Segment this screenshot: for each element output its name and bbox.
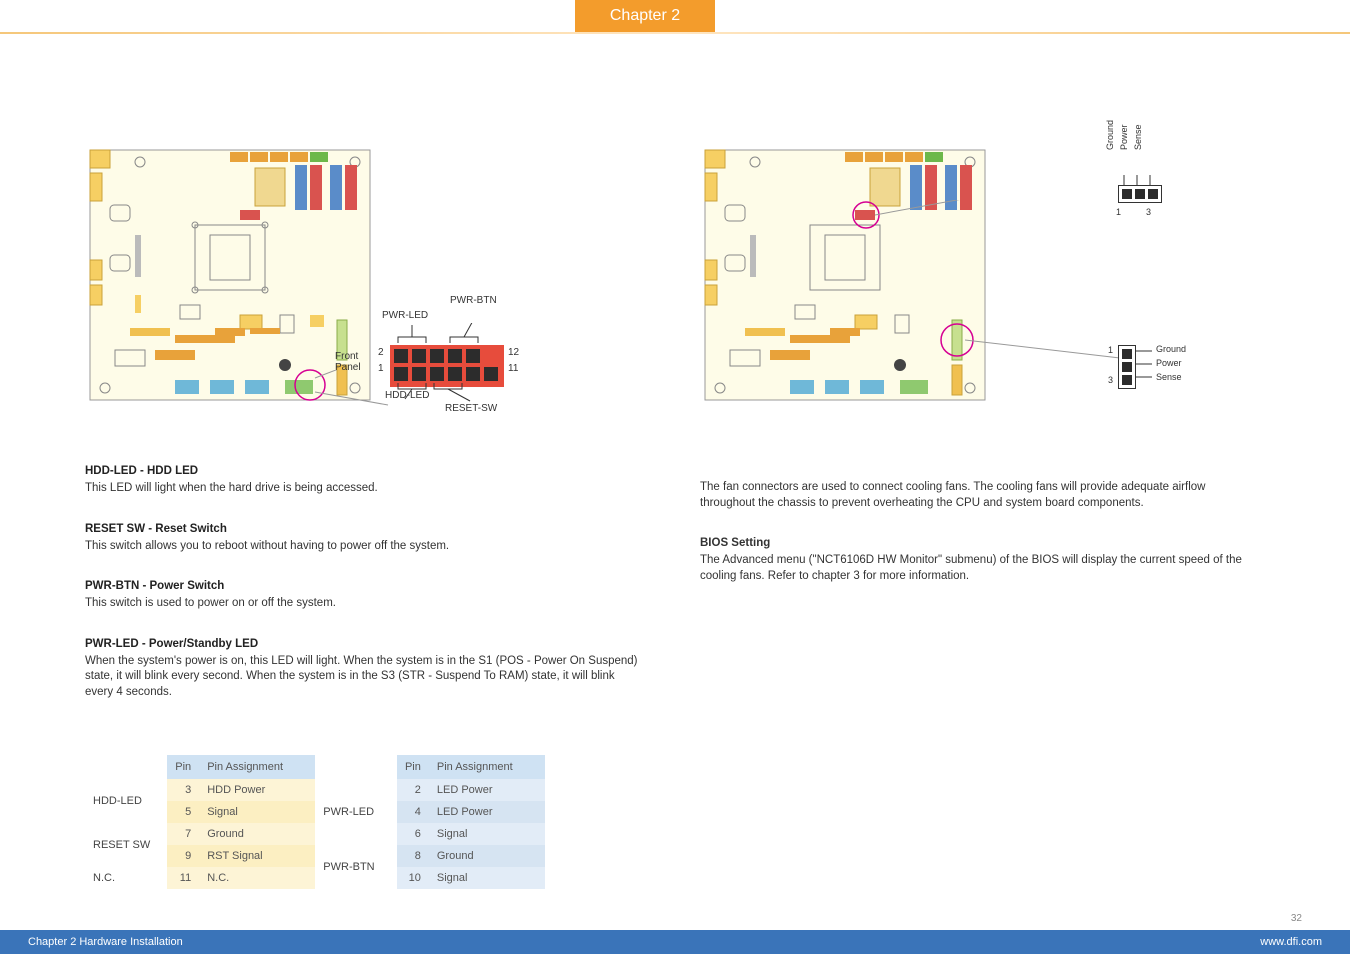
label-pwr-led: PWR-LED (382, 310, 428, 321)
label-sense: Sense (1133, 110, 1143, 150)
fan-pins-icon (1118, 345, 1136, 389)
label-sense: Sense (1156, 372, 1182, 382)
fan-connector-2: 1 3 Ground Power Sense (1118, 345, 1136, 389)
front-panel-connector: Front Panel 2 1 12 11 PWR-BTN PWR-LED RE… (390, 345, 504, 387)
text-bios-setting: The Advanced menu ("NCT6106D HW Monitor"… (700, 553, 1255, 584)
heading-hdd-led: HDD-LED - HDD LED (85, 465, 645, 477)
pin-number: 3 (1108, 375, 1113, 385)
heading-reset-sw: RESET SW - Reset Switch (85, 523, 645, 535)
header: Chapter 2 (0, 0, 1350, 44)
th-blank (85, 755, 167, 779)
pin-number: 2 (378, 347, 384, 358)
table-row: RESET SW 7 Ground 6 Signal (85, 823, 545, 845)
table-row: N.C. 11 N.C. 10 Signal (85, 867, 545, 889)
label-power: Power (1156, 358, 1182, 368)
heading-pwr-led: PWR-LED - Power/Standby LED (85, 638, 645, 650)
text-reset-sw: This switch allows you to reboot without… (85, 539, 645, 555)
pin-number: 1 (1108, 345, 1113, 355)
motherboard-illustration-icon (700, 140, 990, 410)
left-column: Front Panel 2 1 12 11 PWR-BTN PWR-LED RE… (85, 140, 645, 700)
page-number: 32 (1291, 913, 1302, 924)
label-pwr-btn: PWR-BTN (450, 295, 497, 306)
footer-right: www.dfi.com (1260, 936, 1322, 948)
th-blank (315, 755, 397, 779)
header-rule (0, 32, 1350, 34)
pin-number: 12 (508, 347, 519, 358)
leader-line-icon (875, 200, 1135, 240)
label-power: Power (1119, 110, 1129, 150)
bracket-top-icon (390, 323, 508, 345)
chapter-tab: Chapter 2 (575, 0, 715, 32)
text-fan-description: The fan connectors are used to connect c… (700, 480, 1255, 511)
text-pwr-led: When the system's power is on, this LED … (85, 654, 645, 701)
footer-left: Chapter 2 Hardware Installation (28, 936, 183, 948)
pin-assignment-table: Pin Pin Assignment Pin Pin Assignment HD… (85, 755, 545, 889)
label-reset-sw: RESET-SW (445, 403, 497, 414)
text-pwr-btn: This switch is used to power on or off t… (85, 596, 645, 612)
pin-number: 1 (378, 363, 384, 374)
fan-pins-icon (1118, 185, 1162, 203)
table-row: HDD-LED 3 HDD Power PWR-LED 2 LED Power (85, 779, 545, 801)
board-diagram-fan (700, 140, 990, 410)
right-text-block: The fan connectors are used to connect c… (700, 480, 1255, 584)
pin-leads-icon (1120, 175, 1160, 185)
right-column: 1 3 Ground Power Sense 1 3 Ground Power (700, 140, 1260, 410)
pin-number: 3 (1146, 207, 1151, 217)
footer-bar: Chapter 2 Hardware Installation www.dfi.… (0, 930, 1350, 954)
heading-bios-setting: BIOS Setting (700, 537, 1255, 549)
label-ground: Ground (1156, 344, 1186, 354)
label-ground: Ground (1105, 110, 1115, 150)
pin-number: 11 (508, 363, 518, 374)
front-panel-caption: Front Panel (335, 351, 361, 373)
th-assign: Pin Assignment (199, 755, 315, 779)
text-hdd-led: This LED will light when the hard drive … (85, 481, 645, 497)
th-pin: Pin (167, 755, 199, 779)
heading-pwr-btn: PWR-BTN - Power Switch (85, 580, 645, 592)
leader-lines-icon (303, 370, 393, 410)
bracket-bottom-icon (390, 381, 508, 403)
th-assign: Pin Assignment (429, 755, 545, 779)
pin-leads-icon (1136, 347, 1154, 387)
fan-connector-1: 1 3 Ground Power Sense (1118, 185, 1162, 204)
board-diagram-front-panel (85, 140, 375, 410)
pin-number: 1 (1116, 207, 1121, 217)
th-pin: Pin (397, 755, 429, 779)
